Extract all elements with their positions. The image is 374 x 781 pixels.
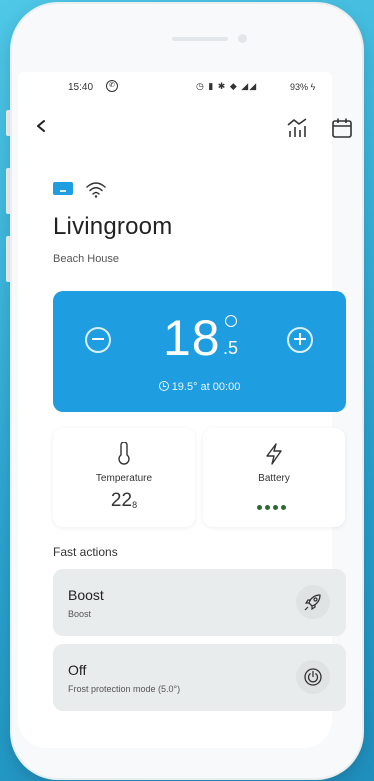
power-icon [304, 668, 322, 686]
rocket-icon-container [296, 585, 330, 619]
off-description: Frost protection mode (5.0°) [68, 684, 181, 694]
battery-card[interactable]: Battery [203, 428, 345, 527]
phone-volume-down-button [6, 236, 11, 282]
setpoint-value: 18 [163, 310, 221, 366]
whatsapp-icon: ✆ [106, 80, 118, 92]
decrease-temperature-button[interactable] [85, 327, 111, 353]
schedule-text: 19.5° at 00:00 [171, 381, 241, 393]
phone-volume-up-button [6, 168, 11, 214]
degree-symbol [225, 315, 237, 327]
room-title: Livingroom [53, 213, 173, 240]
battery-level-dots [257, 497, 289, 515]
boost-title: Boost [68, 587, 104, 603]
temperature-label: Temperature [95, 473, 153, 484]
off-title: Off [68, 662, 87, 678]
status-icons: ◷ ▮ ✱ ◆ ◢◢ [196, 81, 258, 91]
battery-dot [281, 505, 286, 510]
off-action-button[interactable]: Off Frost protection mode (5.0°) [53, 644, 346, 711]
clock-icon [158, 381, 169, 391]
speaker-grille [172, 37, 228, 41]
setpoint-decimal: .5 [223, 338, 239, 358]
status-time: 15:40 [68, 82, 94, 93]
phone-side-button [6, 110, 11, 136]
wifi-icon [86, 182, 106, 198]
statistics-chart-icon[interactable] [286, 117, 308, 139]
front-camera [238, 34, 247, 43]
battery-dot [273, 505, 278, 510]
back-arrow-icon[interactable] [34, 116, 48, 136]
boost-description: Boost [68, 609, 92, 619]
battery-dot [257, 505, 262, 510]
setpoint-card: 18 .5 19.5° at 00:00 [53, 291, 346, 412]
power-icon-container [296, 660, 330, 694]
battery-dot [265, 505, 270, 510]
status-bar: 15:40 ✆ ◷ ▮ ✱ ◆ ◢◢ 93% ϟ [18, 74, 332, 98]
room-location: Beach House [53, 253, 120, 265]
thermometer-icon [118, 442, 130, 465]
fast-actions-title: Fast actions [53, 545, 118, 559]
increase-temperature-button[interactable] [287, 327, 313, 353]
thermostat-device-icon [53, 182, 73, 195]
lightning-icon [266, 443, 282, 465]
calendar-icon[interactable] [331, 117, 353, 139]
battery-label: Battery [258, 473, 290, 484]
temperature-value: 228 [110, 490, 138, 511]
rocket-icon [304, 594, 321, 611]
battery-percentage: 93% ϟ [290, 82, 316, 92]
boost-action-button[interactable]: Boost Boost [53, 569, 346, 636]
phone-notch [12, 28, 362, 48]
temperature-card[interactable]: Temperature 228 [53, 428, 195, 527]
next-schedule: 19.5° at 00:00 [53, 381, 346, 393]
